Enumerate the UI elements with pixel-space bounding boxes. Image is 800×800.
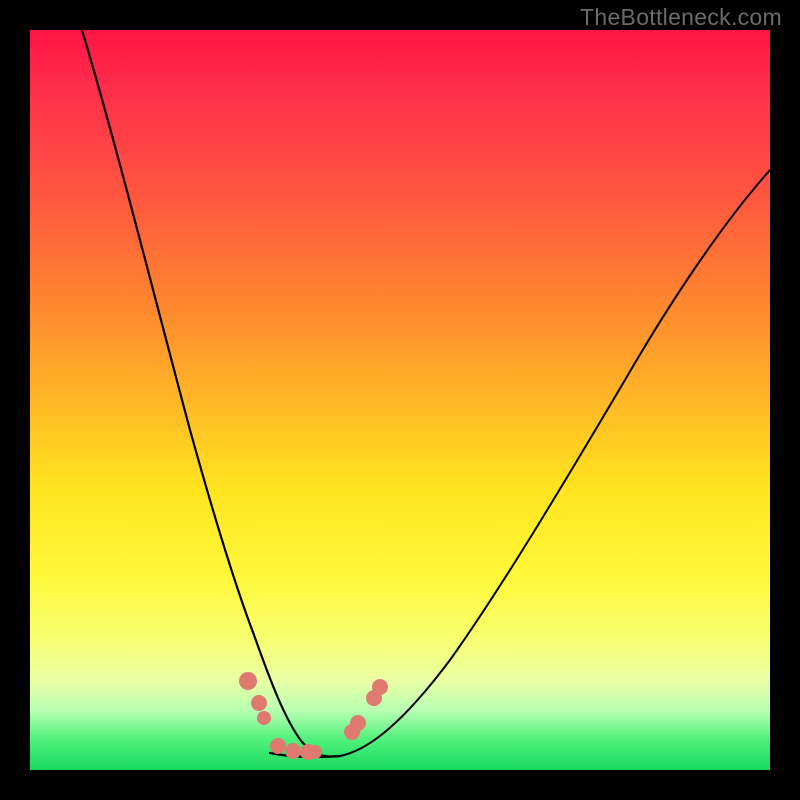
marker-dot	[239, 672, 257, 690]
marker-dot	[270, 738, 286, 754]
watermark-text: TheBottleneck.com	[580, 4, 782, 31]
marker-dot	[308, 745, 322, 759]
marker-dot	[257, 711, 271, 725]
marker-dot	[350, 715, 366, 731]
plot-area	[30, 30, 770, 770]
curves-svg	[30, 30, 770, 770]
right-curve	[340, 170, 770, 756]
marker-dot	[372, 679, 388, 695]
marker-dot	[285, 743, 301, 759]
outer-frame: TheBottleneck.com	[0, 0, 800, 800]
marker-dot	[251, 695, 267, 711]
left-curve	[82, 30, 340, 757]
